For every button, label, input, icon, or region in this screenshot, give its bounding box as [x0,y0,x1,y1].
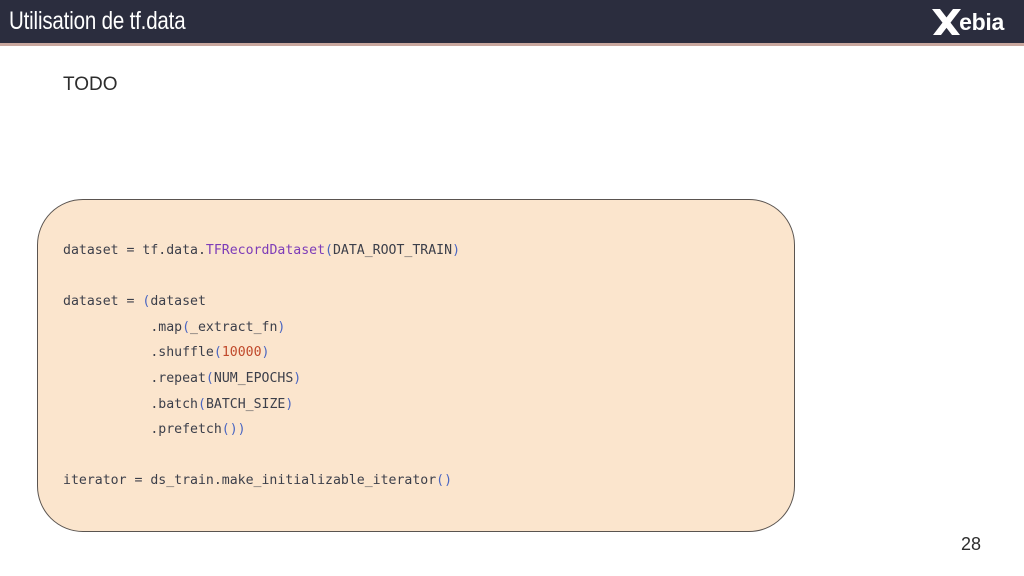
code-line: .batch(BATCH_SIZE) [63,396,294,412]
logo-text: ebia [959,8,1004,35]
code-listing: dataset = tf.data.TFRecordDataset(DATA_R… [63,238,460,494]
code-line: .map(_extract_fn) [63,319,286,335]
page-number: 28 [960,534,981,554]
code-line: iterator = ds_train.make_initializable_i… [63,473,453,489]
code-line: dataset = tf.data.TFRecordDataset(DATA_R… [63,243,461,258]
code-line: .repeat(NUM_EPOCHS) [63,370,302,386]
xebia-logo: ebia [929,7,1004,37]
code-line: .prefetch()) [63,422,246,438]
xebia-x-icon [932,9,962,35]
slide-title: Utilisation de tf.data [9,7,186,35]
body-text: TODO [63,74,118,95]
code-line: .shuffle(10000) [63,345,270,361]
header-bar: Utilisation de tf.data ebia [0,0,1024,46]
code-line: dataset = (dataset [63,294,206,310]
